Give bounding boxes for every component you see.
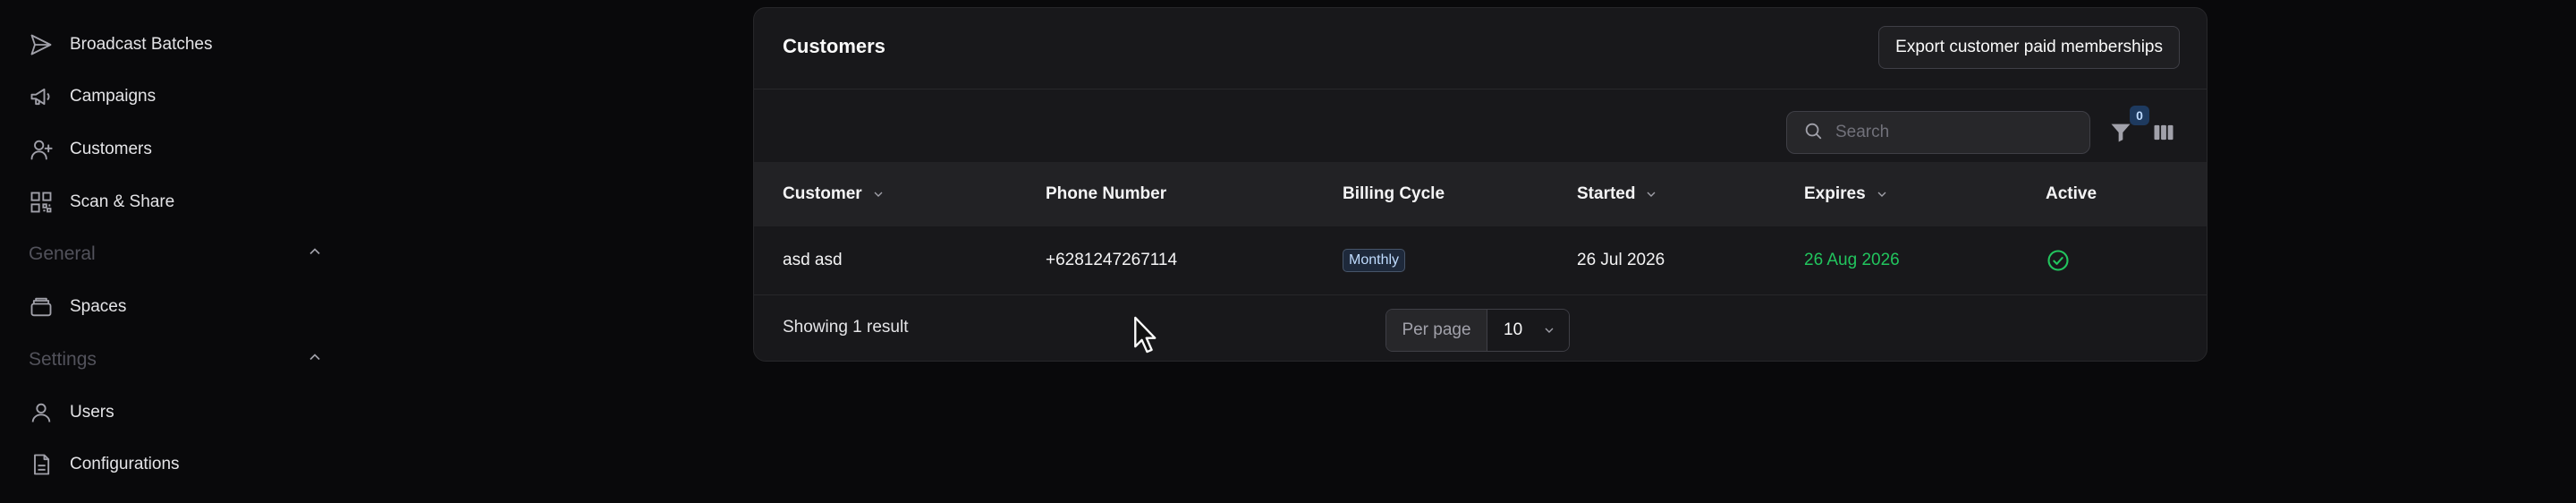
per-page-value: 10 <box>1504 320 1523 339</box>
page-title: Customers <box>783 35 886 57</box>
panel-header: Customers Export customer paid membershi… <box>754 8 2207 90</box>
sidebar-item-users[interactable]: Users <box>29 395 114 431</box>
sidebar-item-label: Broadcast Batches <box>70 35 213 54</box>
column-header-label: Billing Cycle <box>1343 184 1445 203</box>
column-header-label: Customer <box>783 184 862 203</box>
result-count: Showing 1 result <box>783 318 909 337</box>
columns-icon <box>2154 124 2174 141</box>
cell-phone: +6281247267114 <box>1046 251 1178 269</box>
user-plus-icon <box>29 137 54 162</box>
table-header: Customer Phone Number Billing Cycle Star… <box>754 162 2207 226</box>
section-general-toggle[interactable]: General <box>29 238 324 270</box>
sidebar-item-label: Customers <box>70 140 152 158</box>
sidebar-item-label: Scan & Share <box>70 192 175 211</box>
column-billing-cycle: Billing Cycle <box>1343 162 1445 226</box>
send-icon <box>29 32 54 57</box>
sidebar-item-spaces[interactable]: Spaces <box>29 289 126 325</box>
sidebar-item-label: Users <box>70 403 114 422</box>
column-customer-sort[interactable]: Customer <box>783 162 886 226</box>
chevron-up-icon <box>306 243 324 266</box>
per-page-label: Per page <box>1386 310 1487 351</box>
table-row[interactable]: asd asd +6281247267114 Monthly 26 Jul 20… <box>754 226 2207 295</box>
billing-cycle-badge: Monthly <box>1343 249 1406 272</box>
qr-code-icon <box>29 190 54 215</box>
chevron-down-icon <box>1877 192 1886 197</box>
chevron-down-icon <box>1545 328 1554 333</box>
per-page-select[interactable]: 10 <box>1487 310 1569 351</box>
check-circle-icon <box>2047 250 2069 271</box>
filter-count-badge: 0 <box>2130 106 2149 125</box>
search-box[interactable] <box>1786 111 2090 154</box>
per-page-control: Per page 10 <box>1385 309 1570 352</box>
file-text-icon <box>29 452 54 477</box>
cell-started: 26 Jul 2026 <box>1577 251 1665 269</box>
user-icon <box>29 400 54 425</box>
column-active: Active <box>2046 162 2097 226</box>
sidebar-item-campaigns[interactable]: Campaigns <box>29 79 156 115</box>
section-settings-toggle[interactable]: Settings <box>29 344 324 376</box>
sidebar: Broadcast Batches Campaigns Customers Sc… <box>0 0 358 503</box>
customers-panel: Customers Export customer paid membershi… <box>753 7 2207 362</box>
chevron-up-icon <box>306 348 324 371</box>
sidebar-item-label: Configurations <box>70 455 180 473</box>
sidebar-item-label: Spaces <box>70 297 127 316</box>
column-started-sort[interactable]: Started <box>1577 162 1658 226</box>
layers-icon <box>29 294 54 320</box>
cell-expires: 26 Aug 2026 <box>1804 251 1900 269</box>
search-icon <box>1803 121 1823 145</box>
columns-toggle-button[interactable] <box>2151 120 2176 145</box>
table-toolbar: 0 <box>754 90 2207 161</box>
sidebar-item-label: Campaigns <box>70 87 157 106</box>
column-expires-sort[interactable]: Expires <box>1804 162 1889 226</box>
chevron-down-icon <box>1647 192 1656 197</box>
column-header-label: Started <box>1577 184 1636 203</box>
column-header-label: Expires <box>1804 184 1866 203</box>
column-phone-number: Phone Number <box>1046 162 1166 226</box>
export-memberships-button[interactable]: Export customer paid memberships <box>1878 26 2180 69</box>
sidebar-item-configurations[interactable]: Configurations <box>29 447 180 482</box>
sidebar-item-customers[interactable]: Customers <box>29 132 152 167</box>
table-footer: Showing 1 result Per page 10 <box>754 295 2207 360</box>
filter-button[interactable] <box>2108 120 2133 145</box>
cell-billing-cycle: Monthly <box>1343 226 1406 294</box>
cell-active <box>2046 226 2071 294</box>
megaphone-icon <box>29 84 54 109</box>
column-header-label: Phone Number <box>1046 184 1167 203</box>
cell-customer: asd asd <box>783 251 843 269</box>
sidebar-item-broadcast-batches[interactable]: Broadcast Batches <box>29 27 212 63</box>
filter-icon <box>2111 124 2131 142</box>
chevron-down-icon <box>874 192 883 197</box>
section-general-label: General <box>29 243 96 264</box>
search-input[interactable] <box>1834 122 2070 143</box>
sidebar-item-scan-share[interactable]: Scan & Share <box>29 184 174 220</box>
column-header-label: Active <box>2046 184 2097 203</box>
section-settings-label: Settings <box>29 349 97 370</box>
mouse-cursor-icon <box>1134 316 1157 354</box>
